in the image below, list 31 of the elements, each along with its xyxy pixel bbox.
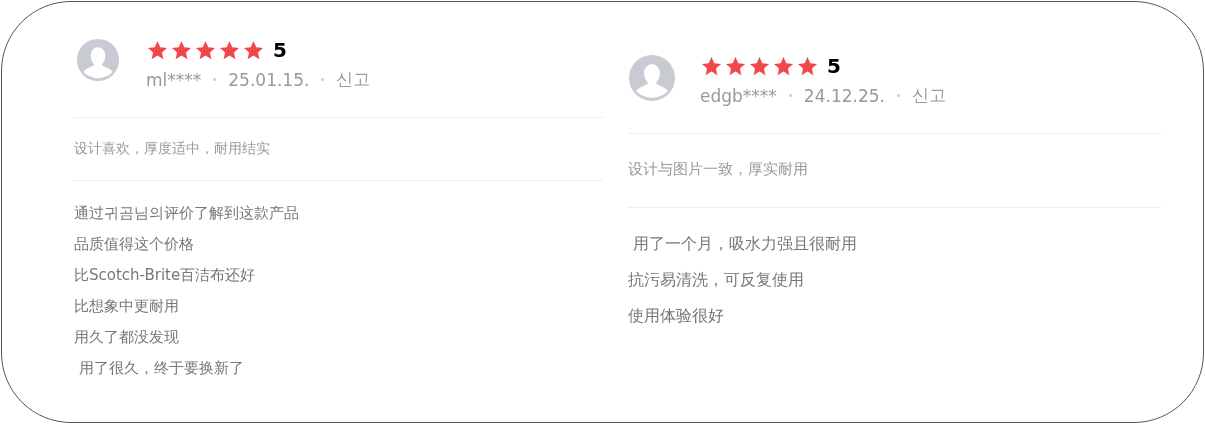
star-icon [170,38,193,62]
star-icon [194,38,217,62]
review-text: 用了很久，终于要换新了 [77,358,245,378]
rating-score: 5 [827,54,841,78]
star-icon [242,38,265,62]
star-icon [218,38,241,62]
review-text: 比Scotch-Brite百洁布还好 [74,265,257,285]
star-icon [146,38,169,62]
report-link[interactable]: 신고 [336,68,371,91]
star-icon [772,54,795,78]
username: edgb**** [700,85,777,106]
star-icon [724,54,747,78]
avatar-icon [74,38,122,82]
review-text: 使用体验很好 [628,306,725,326]
review-date: 25.01.15. [228,69,310,90]
review-text: 比想象中更耐用 [74,296,180,316]
star-icon [796,54,819,78]
review-text: 品质值得这个价格 [74,234,195,254]
review-text: 用久了都没发现 [74,327,180,347]
review-date: 24.12.25. [803,85,885,106]
report-link[interactable]: 신고 [911,84,946,107]
review-text: 抗污易清洗，可反复使用 [628,270,805,290]
star-icon [700,54,723,78]
review-text: 通过귀곰님의评价了解到这款产品 [74,203,300,223]
star-icon [748,54,771,78]
username: ml**** [146,69,202,90]
review-summary: 设计喜欢，厚度适中，耐用结实 [74,118,603,181]
review-summary: 设计与图片一致，厚实耐用 [628,134,1161,208]
review-text: 用了一个月，吸水力强且很耐用 [632,234,859,254]
avatar-icon [628,54,676,102]
rating-score: 5 [273,38,287,62]
